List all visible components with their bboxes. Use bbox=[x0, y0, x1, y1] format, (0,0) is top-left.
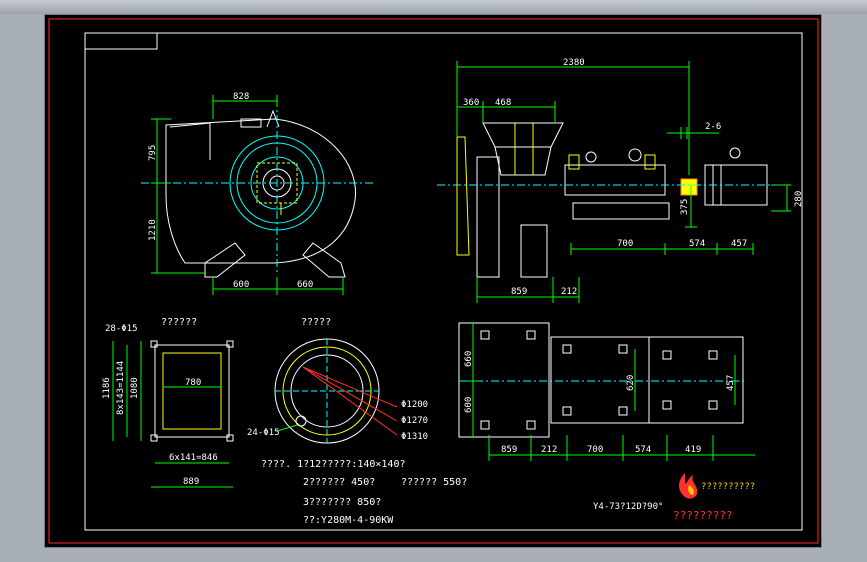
dim-plan-bottom-3: 700 bbox=[587, 445, 603, 455]
inlet-hole-label: 28-Φ15 bbox=[105, 324, 138, 334]
note-2: 2?????? 450? bbox=[303, 477, 375, 488]
dim-front-top-right: 468 bbox=[495, 98, 511, 108]
dim-inlet-height-outer: 1186 bbox=[102, 377, 112, 399]
dim-plan-left-lower: 600 bbox=[464, 397, 474, 413]
note-4: 3??????? 850? bbox=[303, 497, 381, 508]
cad-drawing: 828 795 1210 600 660 2380 360 468 2-6 37… bbox=[48, 18, 819, 544]
logo-text: ?????????? bbox=[701, 482, 755, 492]
inlet-flange-drawing bbox=[150, 340, 234, 442]
side-view-centerlines bbox=[141, 99, 375, 275]
dim-plan-right: 457 bbox=[726, 375, 736, 391]
dim-plan-left-upper: 660 bbox=[464, 351, 474, 367]
dim-side-left-lower: 1210 bbox=[148, 219, 158, 241]
plan-view-dimensions bbox=[467, 323, 755, 461]
dim-side-left-upper: 795 bbox=[148, 145, 158, 161]
dim-inlet-width-outer: 889 bbox=[183, 477, 199, 487]
dim-gap: 2-6 bbox=[705, 122, 721, 132]
outlet-hole-label: 24-Φ15 bbox=[247, 428, 280, 438]
note-1: ????. 1?12?????:140×140? bbox=[261, 459, 406, 470]
outer-border bbox=[48, 18, 819, 544]
dim-front-base-1: 859 bbox=[511, 287, 527, 297]
dim-overall-length: 2380 bbox=[563, 58, 585, 68]
dim-plan-bottom-2: 212 bbox=[541, 445, 557, 455]
dim-front-top-left: 360 bbox=[463, 98, 479, 108]
dim-side-top: 828 bbox=[233, 92, 249, 102]
drawing-sheet: 828 795 1210 600 660 2380 360 468 2-6 37… bbox=[44, 14, 822, 548]
dim-side-bottom-right: 660 bbox=[297, 280, 313, 290]
dim-front-base-5: 457 bbox=[731, 239, 747, 249]
company-name: ????????? bbox=[673, 509, 733, 522]
title-cell bbox=[84, 32, 158, 50]
fan-front-view bbox=[456, 122, 768, 278]
dim-inlet-width-inner: 780 bbox=[185, 378, 201, 388]
coupling bbox=[680, 178, 698, 196]
company-logo bbox=[679, 473, 698, 499]
dim-outlet-d3: Φ1310 bbox=[401, 432, 428, 442]
base-plan-view bbox=[458, 322, 744, 438]
outlet-flange-drawing bbox=[274, 338, 398, 444]
dim-motor-height: 280 bbox=[794, 191, 804, 207]
model-label: Y4-73?12D?90° bbox=[593, 502, 663, 512]
note-3: ?????? 550? bbox=[401, 477, 467, 488]
inlet-flange-dimensions bbox=[112, 341, 233, 488]
dim-plan-mid: 620 bbox=[626, 375, 636, 391]
dim-inlet-width-pitch: 6x141=846 bbox=[169, 453, 218, 463]
dim-inlet-height-pitch: 8x143=1144 bbox=[116, 361, 126, 415]
dim-plan-bottom-5: 419 bbox=[685, 445, 701, 455]
dim-inlet-height-inner: 1080 bbox=[130, 377, 140, 399]
dim-plan-bottom-1: 859 bbox=[501, 445, 517, 455]
dim-front-base-4: 574 bbox=[689, 239, 705, 249]
dim-outlet-d2: Φ1270 bbox=[401, 416, 428, 426]
window-top-bar bbox=[0, 0, 867, 14]
dim-outlet-d1: Φ1200 bbox=[401, 400, 428, 410]
dim-side-bottom-left: 600 bbox=[233, 280, 249, 290]
outlet-flange-title: ????? bbox=[301, 317, 331, 328]
fan-side-view bbox=[165, 109, 356, 278]
dim-front-base-3: 700 bbox=[617, 239, 633, 249]
dim-front-base-2: 212 bbox=[561, 287, 577, 297]
dim-shaft-height: 375 bbox=[680, 199, 690, 215]
note-5: ??:Y280M-4-90KW bbox=[303, 515, 394, 526]
inlet-flange-title: ?????? bbox=[161, 317, 197, 328]
dim-plan-bottom-4: 574 bbox=[635, 445, 651, 455]
